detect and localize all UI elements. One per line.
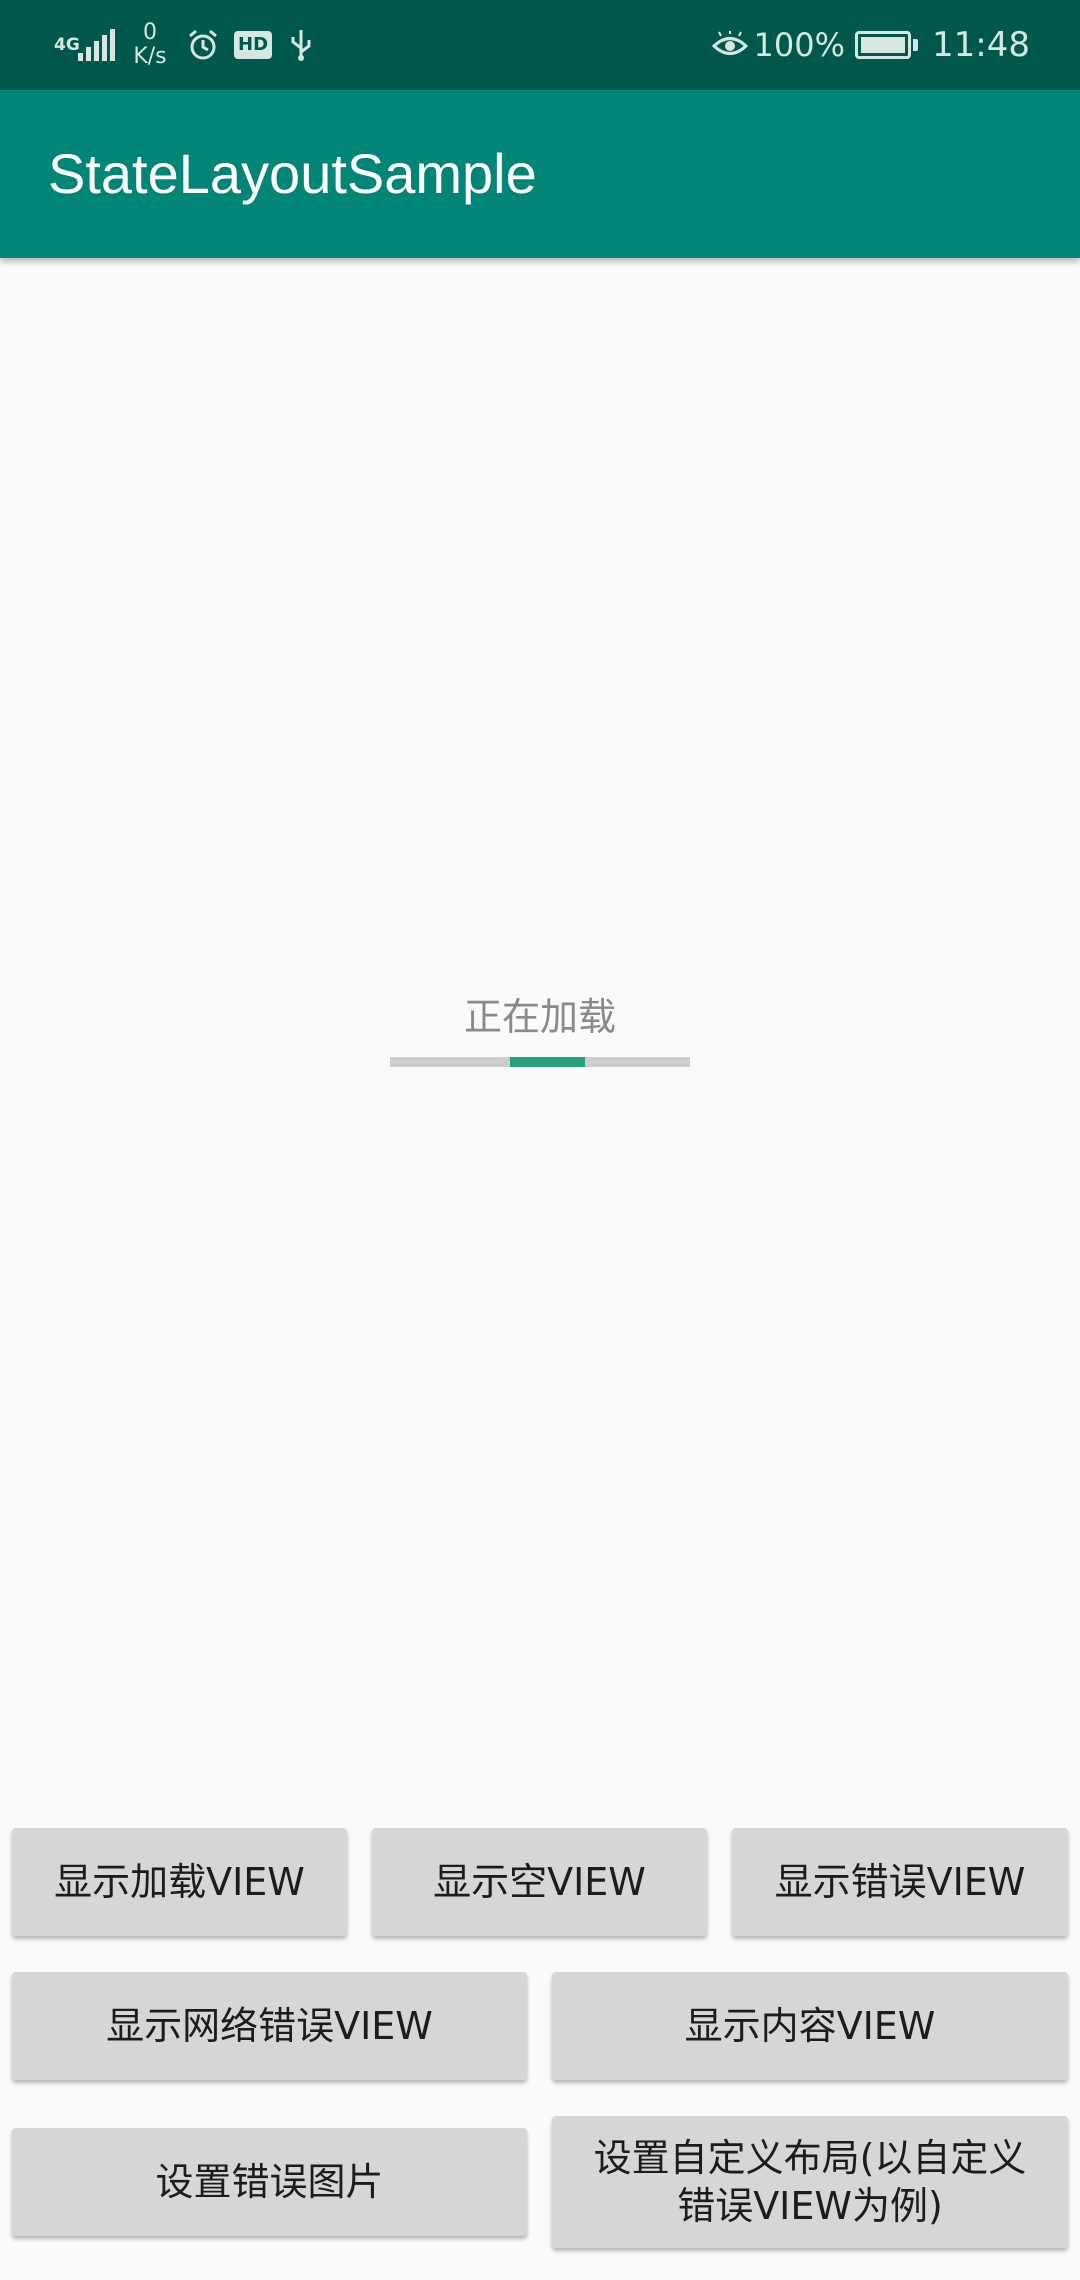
show-error-view-button[interactable]: 显示错误VIEW: [732, 1828, 1068, 1936]
status-bar-right: 100% 11:48: [711, 0, 1030, 90]
usb-icon: [288, 28, 314, 62]
signal-icon: [78, 29, 118, 61]
loading-text: 正在加载: [463, 995, 616, 1039]
battery-icon: [855, 31, 919, 59]
net-speed-value: 0: [143, 20, 157, 45]
net-speed: 0 K/s: [130, 21, 170, 69]
network-type: 4G: [54, 34, 80, 55]
loading-progress-bar: [390, 1057, 690, 1067]
clock: 11:48: [932, 25, 1030, 65]
set-custom-layout-button[interactable]: 设置自定义布局(以自定义错误VIEW为例): [552, 2116, 1068, 2248]
loading-progress-indicator: [510, 1057, 585, 1067]
show-empty-view-button[interactable]: 显示空VIEW: [372, 1828, 707, 1936]
net-speed-unit: K/s: [133, 44, 167, 69]
alarm-icon: [186, 28, 220, 62]
app-title: StateLayoutSample: [48, 142, 537, 205]
show-network-error-view-button[interactable]: 显示网络错误VIEW: [12, 1972, 527, 2080]
status-bar: 4G 0 K/s HD 100% 11:48: [0, 0, 1080, 90]
set-error-image-button[interactable]: 设置错误图片: [12, 2128, 527, 2236]
show-loading-view-button[interactable]: 显示加载VIEW: [12, 1828, 347, 1936]
eye-comfort-icon: [711, 31, 748, 59]
status-bar-left: 4G 0 K/s HD: [54, 0, 314, 90]
show-content-view-button[interactable]: 显示内容VIEW: [552, 1972, 1068, 2080]
battery-percent: 100%: [753, 26, 846, 64]
hd-icon: HD: [234, 31, 273, 59]
app-bar: StateLayoutSample: [0, 90, 1080, 258]
